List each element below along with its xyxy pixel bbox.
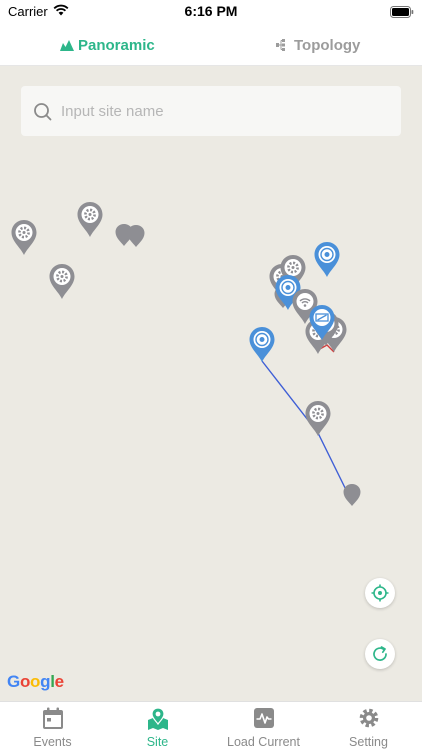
status-bar: Carrier 6:16 PM	[0, 0, 422, 24]
panoramic-icon	[60, 39, 74, 51]
tab-topology[interactable]: Topology	[276, 24, 360, 66]
tab-panoramic[interactable]: Panoramic	[60, 24, 155, 66]
bottom-tab-bar: Events Site Load Current Setting	[0, 701, 422, 750]
refresh-button[interactable]	[365, 639, 395, 669]
route-line	[261, 360, 353, 503]
battery-icon	[390, 5, 414, 23]
site-marker[interactable]	[10, 218, 38, 257]
tab-load-current-label: Load Current	[227, 735, 300, 749]
site-marker[interactable]	[313, 241, 341, 278]
tab-events[interactable]: Events	[0, 702, 105, 750]
tab-setting[interactable]: Setting	[316, 702, 421, 750]
map-canvas[interactable]	[0, 66, 422, 701]
topology-icon	[276, 39, 285, 51]
tab-load-current[interactable]: Load Current	[211, 702, 316, 750]
pulse-icon	[211, 707, 316, 729]
tab-site[interactable]: Site	[105, 702, 210, 750]
site-marker[interactable]	[248, 326, 276, 363]
search-icon	[33, 102, 53, 127]
locate-button[interactable]	[365, 578, 395, 608]
site-marker[interactable]	[304, 399, 332, 438]
site-map[interactable]: Google	[0, 66, 422, 701]
gear-icon	[316, 707, 421, 729]
view-tab-bar: Panoramic Topology	[0, 24, 422, 66]
locate-icon	[371, 584, 389, 602]
site-marker[interactable]	[343, 484, 361, 506]
search-input[interactable]	[61, 86, 391, 136]
site-search-box[interactable]	[21, 86, 401, 136]
tab-site-label: Site	[146, 735, 169, 749]
site-marker[interactable]	[76, 200, 104, 239]
site-marker[interactable]	[48, 262, 76, 301]
calendar-icon	[0, 707, 105, 731]
clock-time: 6:16 PM	[184, 3, 238, 19]
refresh-icon	[373, 646, 387, 661]
map-pin-icon	[105, 707, 210, 731]
tab-setting-label: Setting	[349, 735, 388, 749]
tab-panoramic-label: Panoramic	[78, 36, 155, 54]
google-attribution: Google	[7, 672, 64, 692]
tab-topology-label: Topology	[294, 36, 361, 54]
google-logo-text: Google	[7, 672, 64, 691]
tab-events-label: Events	[33, 735, 72, 749]
site-marker[interactable]	[127, 225, 145, 247]
